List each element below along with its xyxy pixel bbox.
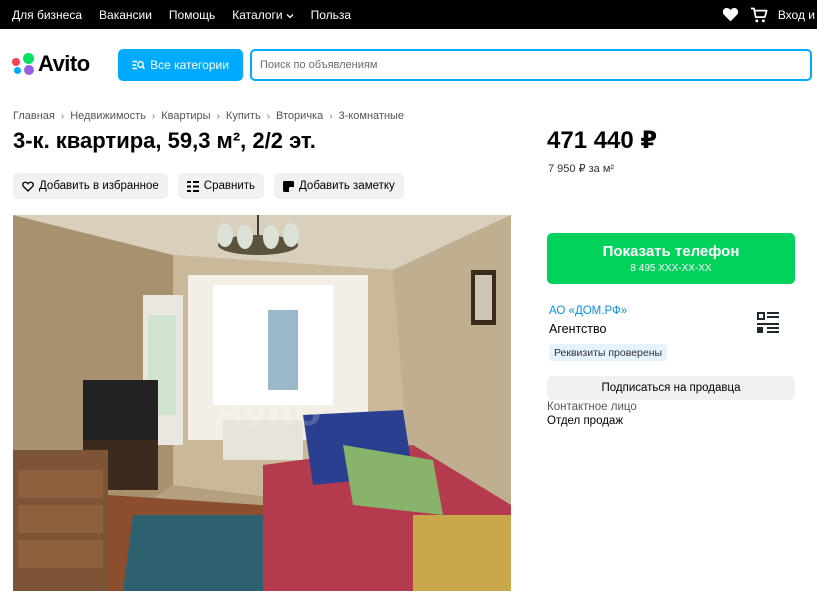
- add-note-button[interactable]: Добавить заметку: [274, 173, 404, 199]
- breadcrumb-separator-icon: ›: [60, 110, 65, 122]
- compare-label: Сравнить: [203, 180, 256, 192]
- contact-person-value: Отдел продаж: [547, 415, 624, 427]
- show-phone-button[interactable]: Показать телефон 8 495 XXX-XX-XX: [547, 233, 795, 284]
- logo-dots-icon: [12, 53, 36, 75]
- breadcrumb-separator-icon: ›: [329, 110, 333, 122]
- top-link-help[interactable]: Помощь: [169, 8, 215, 22]
- heart-icon[interactable]: [722, 6, 740, 24]
- verified-badge: Реквизиты проверены: [549, 344, 668, 361]
- top-bar: Для бизнеса Вакансии Помощь Каталоги Пол…: [0, 0, 817, 29]
- breadcrumb-item[interactable]: 3-комнатные: [339, 110, 404, 122]
- page-title: 3-к. квартира, 59,3 м², 2/2 эт.: [13, 128, 316, 153]
- listing-actions: Добавить в избранное Сравнить Добавить з…: [13, 173, 414, 199]
- note-icon: [283, 180, 295, 192]
- logo-text: Avito: [38, 51, 90, 76]
- add-to-favorites-button[interactable]: Добавить в избранное: [13, 173, 168, 199]
- price: 471 440 ₽: [547, 127, 658, 154]
- breadcrumb-item[interactable]: Недвижимость: [70, 110, 146, 122]
- compare-button[interactable]: Сравнить: [177, 173, 265, 199]
- breadcrumb-separator-icon: ›: [151, 110, 156, 122]
- top-link-business[interactable]: Для бизнеса: [12, 8, 82, 22]
- svg-text:Avito: Avito: [213, 386, 321, 435]
- all-categories-button[interactable]: Все категории: [118, 49, 243, 81]
- show-phone-label: Показать телефон: [602, 243, 740, 260]
- breadcrumb-item[interactable]: Вторичка: [276, 110, 323, 122]
- header: Avito Все категории: [0, 29, 817, 99]
- price-per-square-meter: 7 950 ₽ за м²: [548, 163, 615, 175]
- breadcrumb-separator-icon: ›: [216, 110, 220, 122]
- top-link-catalogs[interactable]: Каталоги: [232, 7, 294, 22]
- top-link-catalogs-label: Каталоги: [232, 7, 283, 22]
- login-link[interactable]: Вход и: [778, 8, 815, 22]
- breadcrumb-item[interactable]: Главная: [13, 110, 55, 122]
- top-right: Вход и: [722, 0, 817, 29]
- heart-outline-icon: [22, 181, 34, 192]
- add-note-label: Добавить заметку: [299, 180, 395, 192]
- breadcrumb-separator-icon: ›: [266, 110, 271, 122]
- chevron-down-icon: [286, 12, 294, 21]
- seller-type: Агентство: [549, 322, 607, 336]
- seller-name-link[interactable]: АО «ДОМ.РФ»: [549, 305, 627, 317]
- contact-person-label: Контактное лицо: [547, 401, 637, 413]
- add-to-favorites-label: Добавить в избранное: [39, 180, 159, 192]
- search-box[interactable]: [250, 49, 812, 81]
- avito-logo[interactable]: Avito: [12, 51, 90, 77]
- seller-logo-icon[interactable]: [751, 306, 785, 338]
- top-link-benefit[interactable]: Польза: [311, 8, 351, 22]
- search-input[interactable]: [260, 59, 810, 71]
- breadcrumb-item[interactable]: Купить: [226, 110, 261, 122]
- all-categories-label: Все категории: [150, 58, 229, 72]
- phone-masked: 8 495 XXX-XX-XX: [630, 263, 712, 274]
- breadcrumb-item[interactable]: Квартиры: [161, 110, 210, 122]
- cart-icon[interactable]: [750, 6, 768, 24]
- search-list-icon: [132, 60, 146, 71]
- compare-icon: [186, 180, 199, 192]
- subscribe-seller-button[interactable]: Подписаться на продавца: [547, 376, 795, 400]
- room-photo-image: Avito: [13, 215, 511, 591]
- top-nav: Для бизнеса Вакансии Помощь Каталоги Пол…: [12, 8, 368, 22]
- top-link-vacancies[interactable]: Вакансии: [99, 8, 152, 22]
- listing-photo[interactable]: Avito: [13, 215, 511, 591]
- breadcrumb: Главная › Недвижимость › Квартиры › Купить ›…: [13, 110, 404, 122]
